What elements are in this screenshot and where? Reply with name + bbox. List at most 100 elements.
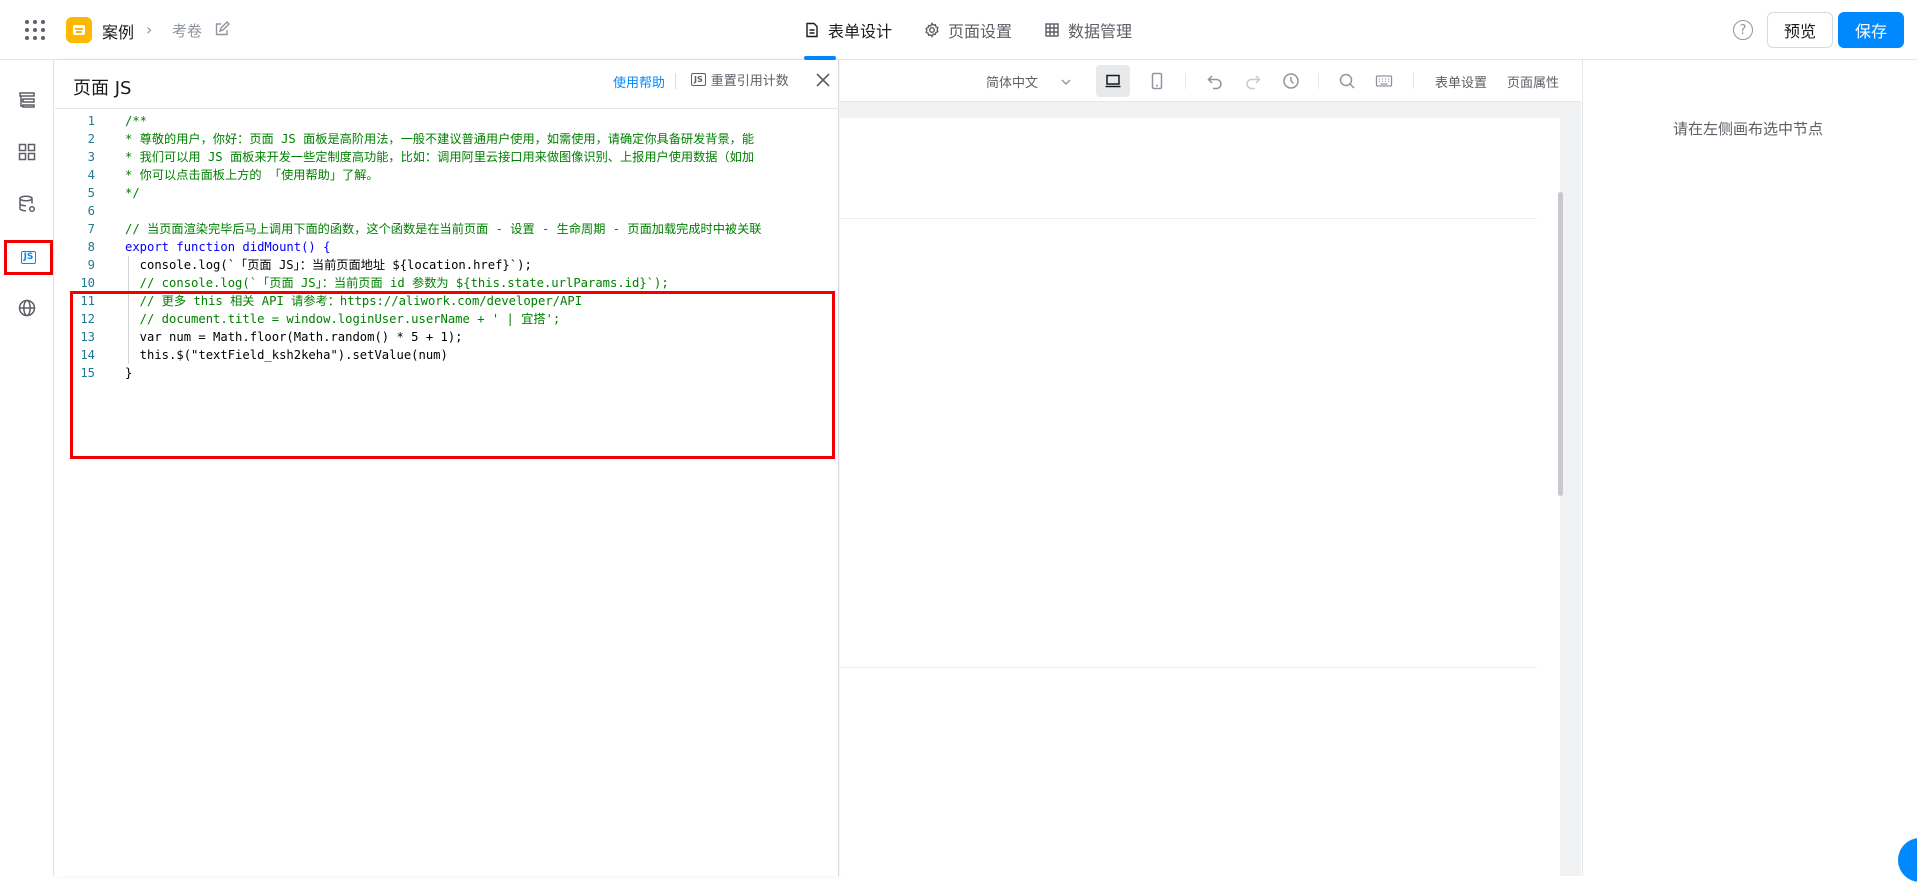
form-canvas[interactable]	[840, 118, 1563, 876]
chevron-down-icon	[1061, 79, 1071, 85]
mobile-view-button[interactable]	[1140, 65, 1174, 97]
code-line: 5 */	[55, 184, 839, 202]
language-value: 简体中文	[986, 76, 1039, 91]
code-line: 11 // 更多 this 相关 API 请参考：https://aliwork…	[55, 292, 839, 310]
chevron-right-icon: ›	[146, 20, 153, 39]
reset-label: 重置引用计数	[710, 74, 789, 89]
rail-item-components[interactable]	[15, 140, 39, 164]
undo-button[interactable]	[1198, 65, 1232, 97]
language-select[interactable]: 简体中文	[986, 72, 1072, 91]
redo-button[interactable]	[1236, 65, 1270, 97]
toolbar-divider	[1413, 73, 1414, 89]
code-line: 6	[55, 202, 839, 220]
canvas-divider	[840, 667, 1537, 668]
canvas-scrollbar[interactable]	[1558, 192, 1563, 496]
line-number: 13	[80, 330, 95, 344]
code-text: /**	[125, 114, 148, 128]
left-icon-rail: JS	[0, 60, 54, 876]
line-number: 14	[80, 348, 95, 362]
help-icon[interactable]: ?	[1733, 20, 1753, 40]
line-number: 15	[80, 366, 95, 380]
tab-page-settings[interactable]: 页面设置	[908, 0, 1028, 60]
properties-panel: 请在左侧画布选中节点	[1582, 60, 1917, 876]
code-editor[interactable]: 1 /** 2 * 尊敬的用户，你好：页面 JS 面板是高阶用法，一般不建议普通用户…	[55, 112, 839, 872]
empty-selection-hint: 请在左侧画布选中节点	[1673, 120, 1824, 138]
panel-divider	[55, 108, 839, 109]
edit-icon[interactable]	[214, 21, 230, 37]
code-text: // 当页面渲染完毕后马上调用下面的函数，这个函数是在当前页面 - 设置 - 生…	[125, 222, 762, 236]
help-link[interactable]: 使用帮助	[613, 72, 665, 91]
preview-button[interactable]: 预览	[1767, 12, 1833, 48]
shortcuts-button[interactable]	[1367, 65, 1401, 97]
canvas-divider	[840, 218, 1537, 219]
form-design-icon	[806, 22, 818, 38]
toolbar-divider	[1318, 73, 1319, 89]
line-number: 1	[87, 114, 95, 128]
canvas-area: 简体中文 表单设置 页面属性	[840, 60, 1581, 876]
breadcrumb-page-name: 考卷	[172, 22, 203, 40]
code-line: 9 console.log(`「页面 JS」：当前页面地址 ${location…	[55, 256, 839, 274]
desktop-view-button[interactable]	[1096, 65, 1130, 97]
undo-icon	[1207, 75, 1222, 90]
code-line: 10 // console.log(`「页面 JS」：当前页面 id 参数为 $…	[55, 274, 839, 292]
code-text: * 你可以点击面板上方的 「使用帮助」了解。	[125, 168, 379, 182]
app-grid-icon[interactable]	[24, 19, 46, 41]
code-line: 12 // document.title = window.loginUser.…	[55, 310, 839, 328]
line-number: 11	[80, 294, 95, 308]
table-icon	[1045, 23, 1059, 37]
line-number: 3	[87, 150, 95, 164]
form-settings-button[interactable]: 表单设置	[1435, 72, 1487, 91]
line-number: 4	[87, 168, 95, 182]
line-number: 7	[87, 222, 95, 236]
rail-item-outline[interactable]	[15, 88, 39, 112]
breadcrumb-app-name[interactable]: 案例	[102, 19, 134, 43]
main-tabs: 表单设计 页面设置 数据管理	[788, 0, 1148, 60]
mobile-icon	[1151, 72, 1163, 90]
line-number: 6	[87, 204, 95, 218]
code-text: this.$("textField_ksh2keha").setValue(nu…	[125, 348, 448, 362]
search-button[interactable]	[1330, 65, 1364, 97]
datasource-icon	[19, 195, 36, 213]
rail-item-i18n[interactable]	[15, 296, 39, 320]
rail-item-datasource[interactable]	[15, 192, 39, 216]
js-panel-title: 页面 JS	[73, 78, 132, 99]
code-line: 2 * 尊敬的用户，你好：页面 JS 面板是高阶用法，一般不建议普通用户使用，如需…	[55, 130, 839, 148]
search-icon	[1339, 73, 1355, 89]
app-logo-icon	[66, 17, 92, 43]
code-line: 15}	[55, 364, 839, 382]
toolbar-divider	[1185, 73, 1186, 89]
close-icon[interactable]	[815, 72, 831, 88]
code-text: }	[125, 366, 133, 380]
keyboard-icon	[1375, 75, 1393, 87]
save-button[interactable]: 保存	[1838, 12, 1904, 48]
line-number: 5	[87, 186, 95, 200]
history-icon	[1283, 73, 1299, 89]
code-text: export function didMount() {	[125, 240, 331, 254]
code-text: // document.title = window.loginUser.use…	[125, 312, 561, 326]
canvas-toolbar: 简体中文 表单设置 页面属性	[840, 60, 1581, 102]
tab-data-management[interactable]: 数据管理	[1028, 0, 1148, 60]
code-text: console.log(`「页面 JS」：当前页面地址 ${location.h…	[125, 258, 532, 272]
globe-icon	[18, 299, 36, 317]
page-properties-button[interactable]: 页面属性	[1507, 72, 1559, 91]
line-number: 12	[80, 312, 95, 326]
history-button[interactable]	[1274, 65, 1308, 97]
line-number: 8	[87, 240, 95, 254]
code-text: * 我们可以用 JS 面板来开发一些定制度高功能，比如：调用阿里云接口用来做图像…	[125, 150, 755, 164]
code-text: * 尊敬的用户，你好：页面 JS 面板是高阶用法，一般不建议普通用户使用，如需使…	[125, 132, 755, 146]
code-text: // 更多 this 相关 API 请参考：https://aliwork.co…	[125, 294, 583, 308]
top-bar: 案例 › 考卷 表单设计 页面设置 数据管理 ? 预览 保存	[0, 0, 1917, 60]
code-line: 14 this.$("textField_ksh2keha").setValue…	[55, 346, 839, 364]
rail-item-js[interactable]: JS	[4, 240, 53, 275]
reset-reference-count-button[interactable]: JS 重置引用计数	[691, 70, 789, 89]
js-icon: JS	[20, 251, 37, 264]
tab-label: 表单设计	[828, 22, 893, 41]
code-line: 1 /**	[55, 112, 839, 130]
tab-form-design[interactable]: 表单设计	[788, 0, 908, 60]
tab-label: 页面设置	[948, 22, 1013, 41]
line-number: 10	[80, 276, 95, 290]
outline-icon	[19, 92, 35, 108]
js-panel: 页面 JS 使用帮助 JS 重置引用计数 1 /** 2 * 尊敬的用户，你好：页面…	[55, 60, 839, 876]
code-text: var num = Math.floor(Math.random() * 5 +…	[125, 330, 463, 344]
line-number: 2	[87, 132, 95, 146]
